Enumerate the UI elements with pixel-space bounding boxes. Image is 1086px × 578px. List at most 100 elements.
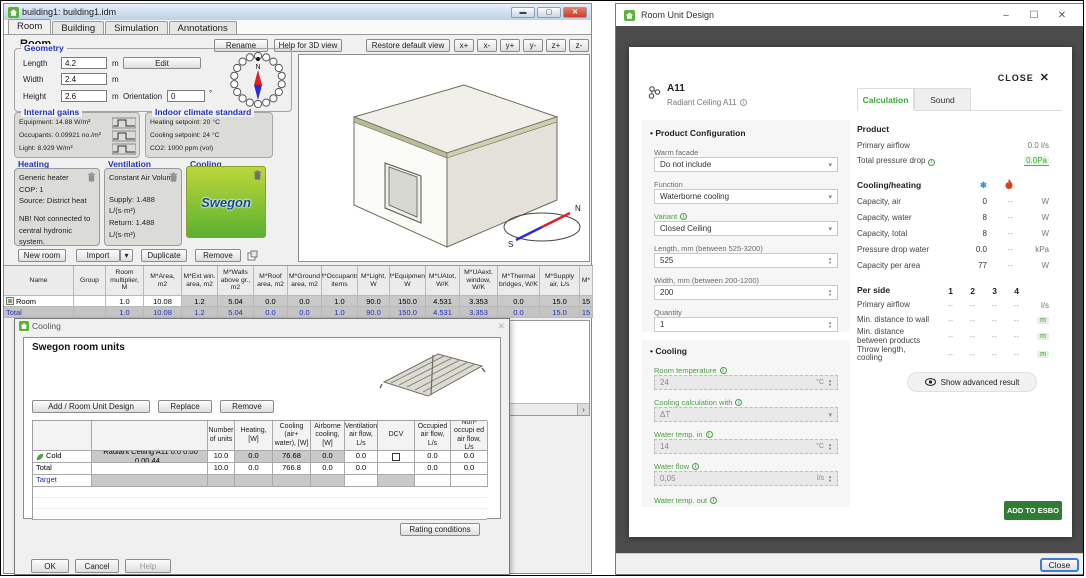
tab-annotations[interactable]: Annotations bbox=[169, 21, 237, 34]
tab-calculation[interactable]: Calculation bbox=[857, 88, 914, 111]
header-cell[interactable]: M*UAtot, W/K bbox=[426, 266, 460, 296]
remove-unit-button[interactable]: Remove bbox=[220, 400, 274, 413]
remove-button[interactable]: Remove bbox=[195, 249, 241, 262]
header-cell[interactable]: Ventilation air flow, L/s bbox=[345, 421, 378, 451]
new-room-button[interactable]: New room bbox=[18, 249, 66, 262]
info-icon[interactable]: i bbox=[706, 431, 713, 438]
cooling-trash-icon[interactable] bbox=[252, 169, 263, 181]
room-table-row-room[interactable]: Room 1.0 10.08 1.2 5.04 0.0 0.0 1.0 90.0… bbox=[4, 296, 593, 307]
close-icon[interactable]: ✕ bbox=[563, 7, 587, 18]
info-icon[interactable]: i bbox=[692, 463, 699, 470]
3d-view[interactable]: N S bbox=[298, 54, 590, 262]
header-cell[interactable]: M*Roof area, m2 bbox=[254, 266, 288, 296]
header-cell[interactable]: M*Thermal bridges, W/K bbox=[498, 266, 540, 296]
header-cell[interactable]: M*Ground area, m2 bbox=[288, 266, 322, 296]
header-cell[interactable]: M*Light, W bbox=[358, 266, 390, 296]
header-cell[interactable]: M*Walls above gr., m2 bbox=[218, 266, 254, 296]
view-z-plus-button[interactable]: z+ bbox=[546, 39, 566, 52]
header-cell[interactable]: Room multiplier, M bbox=[106, 266, 144, 296]
header-cell[interactable]: M*Supply air, L/s bbox=[540, 266, 580, 296]
height-input[interactable]: 2.6 bbox=[61, 90, 107, 102]
scroll-right-icon[interactable]: › bbox=[577, 404, 589, 415]
stepper-icon[interactable]: ▲▼ bbox=[828, 257, 832, 265]
info-icon[interactable]: i bbox=[720, 367, 727, 374]
duplicate-button[interactable]: Duplicate bbox=[141, 249, 187, 262]
view-y-plus-button[interactable]: y+ bbox=[500, 39, 520, 52]
stepper-icon[interactable]: ▲▼ bbox=[828, 379, 832, 387]
minimize-icon[interactable]: – bbox=[992, 10, 1020, 21]
schedule-graphs-icon[interactable] bbox=[112, 117, 136, 155]
tab-sound[interactable]: Sound bbox=[914, 88, 971, 111]
maximize-icon[interactable]: ▢ bbox=[537, 7, 561, 18]
width-input[interactable]: 200▲▼ bbox=[654, 285, 838, 300]
replace-unit-button[interactable]: Replace bbox=[158, 400, 212, 413]
header-cell[interactable]: DCV bbox=[378, 421, 415, 451]
cancel-button[interactable]: Cancel bbox=[75, 559, 119, 573]
width-input[interactable]: 2.4 bbox=[61, 73, 107, 85]
heating-trash-icon[interactable] bbox=[86, 171, 97, 183]
view-y-minus-button[interactable]: y- bbox=[523, 39, 543, 52]
cooling-dialog-titlebar[interactable]: Cooling ✕ bbox=[15, 319, 509, 333]
stepper-icon[interactable]: ▲▼ bbox=[828, 289, 832, 297]
header-cell[interactable]: Name bbox=[4, 266, 74, 296]
tab-building[interactable]: Building bbox=[52, 21, 104, 34]
import-button[interactable]: Import bbox=[76, 249, 120, 262]
header-cell[interactable]: Number of units bbox=[208, 421, 235, 451]
header-cell[interactable]: M*Ext win. area, m2 bbox=[182, 266, 218, 296]
edit-geometry-button[interactable]: Edit bbox=[123, 57, 201, 69]
function-select[interactable]: Waterborne cooling▾ bbox=[654, 189, 838, 204]
add-room-unit-design-button[interactable]: Add / Room Unit Design bbox=[32, 400, 150, 413]
quantity-input[interactable]: 1▲▼ bbox=[654, 317, 838, 332]
orientation-input[interactable]: 0 bbox=[167, 90, 205, 102]
cooling-calculation-select[interactable]: ΔT▾ bbox=[654, 407, 838, 422]
dialog-close-icon[interactable]: ✕ bbox=[497, 321, 505, 332]
header-cell[interactable]: M* bbox=[580, 266, 593, 296]
right-titlebar[interactable]: Room Unit Design – ☐ ✕ bbox=[616, 4, 1084, 26]
left-titlebar[interactable]: building1: building1.idm ▬ ▢ ✕ bbox=[4, 4, 591, 20]
dcv-checkbox[interactable] bbox=[392, 453, 400, 461]
ok-button[interactable]: OK bbox=[31, 559, 69, 573]
length-input[interactable]: 4.2 bbox=[61, 57, 107, 69]
header-cell[interactable]: M*UAext. window, W/K bbox=[460, 266, 498, 296]
horizontal-scrollbar[interactable]: › bbox=[509, 403, 589, 415]
minimize-icon[interactable]: ▬ bbox=[511, 7, 535, 18]
variant-select[interactable]: Closed Ceiling▾ bbox=[654, 221, 838, 236]
header-cell[interactable]: Heating, [W] bbox=[235, 421, 273, 451]
maximize-icon[interactable]: ☐ bbox=[1020, 10, 1048, 21]
water-flow-input[interactable]: 0,05l/s▲▼ bbox=[654, 471, 838, 486]
header-cell[interactable]: Cooling (air+ water), [W] bbox=[273, 421, 311, 451]
warm-facade-select[interactable]: Do not include▾ bbox=[654, 157, 838, 172]
tab-simulation[interactable]: Simulation bbox=[105, 21, 167, 34]
water-temp-in-input[interactable]: 14°C▲▼ bbox=[654, 439, 838, 454]
view-x-minus-button[interactable]: x- bbox=[477, 39, 497, 52]
ventilation-trash-icon[interactable] bbox=[168, 171, 179, 183]
show-advanced-result-button[interactable]: Show advanced result bbox=[907, 372, 1037, 392]
stepper-icon[interactable]: ▲▼ bbox=[828, 443, 832, 451]
import-dropdown-icon[interactable]: ▾ bbox=[120, 249, 133, 262]
info-icon[interactable]: i bbox=[928, 159, 935, 166]
header-cell[interactable]: Group bbox=[74, 266, 106, 296]
view-z-minus-button[interactable]: z- bbox=[569, 39, 589, 52]
info-icon[interactable]: i bbox=[735, 399, 742, 406]
close-window-button[interactable]: Close bbox=[1040, 558, 1079, 572]
tab-room[interactable]: Room bbox=[8, 19, 51, 34]
room-table-row-total[interactable]: Total 1.0 10.08 1.2 5.04 0.0 0.0 1.0 90.… bbox=[4, 307, 593, 318]
info-icon[interactable]: i bbox=[710, 497, 717, 504]
header-cell[interactable]: M*Area, m2 bbox=[144, 266, 182, 296]
unit-row-target[interactable]: Target bbox=[33, 475, 487, 487]
product-info-icon[interactable]: i bbox=[740, 99, 747, 106]
header-cell[interactable]: Airborne cooling, [W] bbox=[311, 421, 345, 451]
cooling-swegon-box[interactable]: Swegon bbox=[186, 166, 266, 238]
unit-row-cold[interactable]: Cold Radiant Ceiling A11 0.0 0.00 0.00 4… bbox=[33, 451, 487, 463]
detach-table-icon[interactable] bbox=[247, 250, 258, 261]
add-to-esbo-button[interactable]: ADD TO ESBO bbox=[1004, 501, 1062, 520]
header-cell[interactable]: M*Equipment, W bbox=[390, 266, 426, 296]
orientation-compass[interactable]: N bbox=[229, 51, 287, 109]
variant-info-icon[interactable]: i bbox=[680, 213, 687, 220]
close-icon[interactable]: ✕ bbox=[1048, 10, 1076, 21]
card-close-button[interactable]: CLOSE ✕ bbox=[998, 71, 1050, 84]
view-x-plus-button[interactable]: x+ bbox=[454, 39, 474, 52]
ventilation-box[interactable]: Constant Air Volume Supply: 1.488 L/(s·m… bbox=[104, 168, 182, 246]
rating-conditions-button[interactable]: Rating conditions bbox=[400, 523, 480, 536]
header-cell[interactable]: Occupied air flow, L/s bbox=[415, 421, 451, 451]
